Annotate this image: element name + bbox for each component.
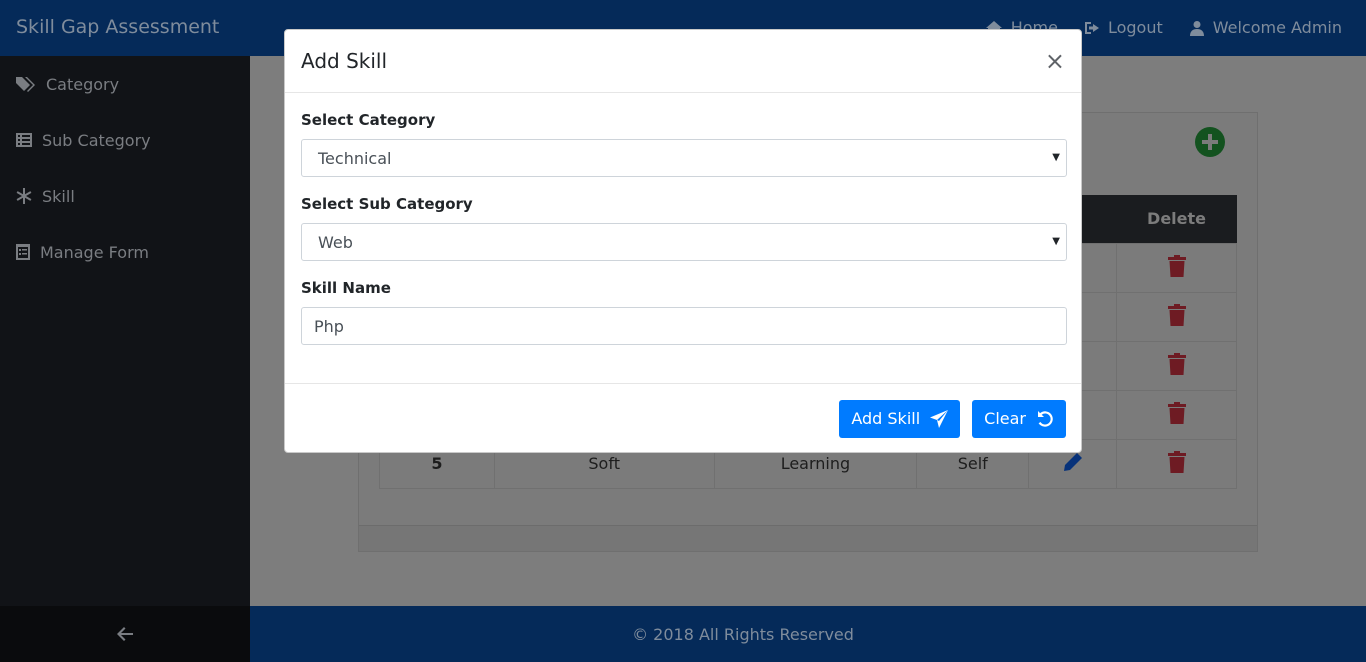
welcome-label: Welcome Admin [1212, 18, 1342, 37]
clear-label: Clear [984, 409, 1026, 428]
add-skill-plus-icon[interactable] [1195, 127, 1225, 157]
delete-button[interactable] [1116, 389, 1237, 440]
sub-category-select[interactable]: Web ▼ [301, 223, 1067, 261]
clear-button[interactable]: Clear [972, 399, 1066, 438]
sidebar-item-sub-category[interactable]: Sub Category [0, 112, 250, 168]
copyright-text: © 2018 All Rights Reserved [632, 624, 854, 644]
sidebar-item-label: Category [46, 74, 120, 94]
category-select[interactable]: Technical ▼ [301, 139, 1067, 177]
sidebar-item-skill[interactable]: Skill [0, 168, 250, 224]
modal-title: Add Skill [301, 49, 388, 73]
delete-button[interactable] [1116, 291, 1237, 342]
add-skill-modal: Add Skill × Select Category Technical ▼ … [284, 29, 1082, 453]
sidebar-item-label: Manage Form [40, 242, 149, 262]
trash-icon [1167, 401, 1186, 424]
logout-link[interactable]: Logout [1084, 18, 1163, 37]
skill-name-input[interactable] [301, 307, 1067, 345]
arrow-left-icon [117, 627, 133, 641]
paper-plane-icon [930, 409, 949, 428]
sub-category-selected-value: Web [318, 232, 353, 252]
modal-header: Add Skill × [285, 30, 1081, 93]
delete-button[interactable] [1116, 340, 1237, 391]
sub-category-label: Select Sub Category [301, 195, 473, 213]
form-icon [16, 244, 30, 260]
modal-body: Select Category Technical ▼ Select Sub C… [285, 93, 1081, 383]
delete-button[interactable] [1116, 438, 1237, 489]
chevron-down-icon: ▼ [1052, 236, 1060, 247]
logout-icon [1084, 21, 1099, 34]
asterisk-icon [16, 188, 32, 204]
category-selected-value: Technical [318, 148, 392, 168]
trash-icon [1167, 450, 1186, 473]
page-footer: © 2018 All Rights Reserved [250, 606, 1366, 662]
trash-icon [1167, 303, 1186, 326]
tags-icon [16, 77, 35, 92]
sidebar-collapse-button[interactable] [0, 606, 250, 662]
welcome-user[interactable]: Welcome Admin [1189, 18, 1342, 37]
trash-icon [1167, 352, 1186, 375]
category-label: Select Category [301, 111, 436, 129]
add-skill-button[interactable]: Add Skill [839, 399, 961, 438]
close-icon[interactable]: × [1045, 49, 1065, 73]
table-header: Delete [1116, 195, 1237, 243]
skill-name-label: Skill Name [301, 279, 391, 297]
sidebar-item-category[interactable]: Category [0, 56, 250, 112]
pencil-icon [1063, 452, 1082, 471]
undo-icon [1038, 410, 1053, 427]
sidebar: Category Sub Category Skill Manage Form [0, 56, 250, 606]
delete-button[interactable] [1116, 242, 1237, 293]
sidebar-item-manage-form[interactable]: Manage Form [0, 224, 250, 280]
trash-icon [1167, 254, 1186, 277]
logout-label: Logout [1107, 18, 1163, 37]
modal-footer: Add Skill Clear [285, 383, 1081, 453]
card-footer [359, 525, 1257, 551]
app-title[interactable]: Skill Gap Assessment [16, 16, 219, 38]
user-icon [1189, 20, 1204, 36]
add-skill-label: Add Skill [851, 409, 921, 428]
chevron-down-icon: ▼ [1052, 152, 1060, 163]
sidebar-item-label: Sub Category [42, 130, 151, 150]
sidebar-item-label: Skill [42, 186, 75, 206]
list-icon [16, 133, 32, 147]
